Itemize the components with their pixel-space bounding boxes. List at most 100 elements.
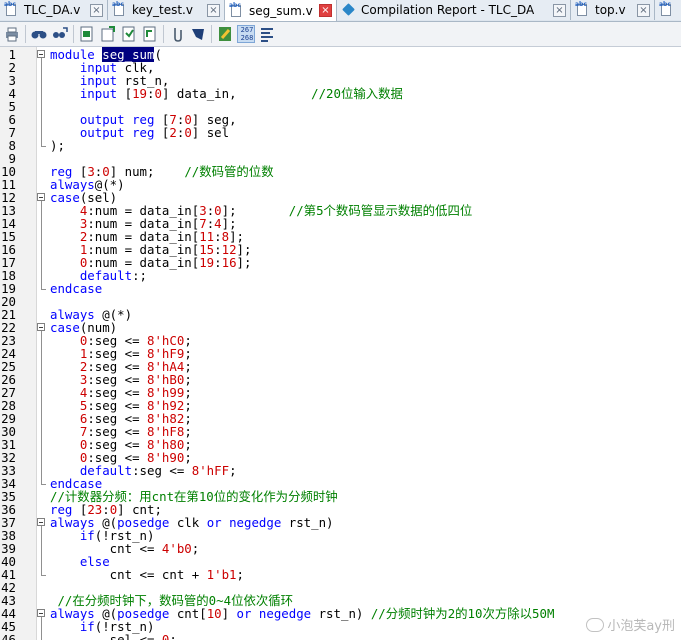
line-number-gutter: 1 2 3 4 5 6 7 8 9 10 11 12 13 14 15 16 17 18 19 20 21 22 23 24 2… [0, 47, 37, 640]
code-line[interactable]: cnt <= cnt + 1'b1; [50, 568, 681, 581]
keyword-token: negedge [258, 606, 312, 621]
tab-overflow[interactable]: abc [655, 0, 681, 20]
code-token: ]; [236, 255, 252, 270]
verilog-file-icon: abc [229, 2, 245, 18]
code-line[interactable]: endcase [50, 282, 681, 295]
code-token: rst_n) [311, 606, 371, 621]
code-line[interactable]: sel <= 0; [50, 633, 681, 640]
find-replace-icon[interactable] [51, 25, 69, 43]
toolbar-separator [73, 25, 74, 43]
tab-label: key_test.v [132, 3, 193, 17]
close-tab-icon[interactable]: × [637, 3, 650, 17]
verilog-file-icon: abc [575, 1, 591, 17]
block-comment-icon[interactable] [78, 25, 96, 43]
code-token: :; [132, 268, 147, 283]
code-token: ] sel [191, 125, 230, 140]
uncomment-icon[interactable] [120, 25, 138, 43]
line-numbers-toggle[interactable]: 267 268 [237, 25, 255, 43]
line-number-sample-top: 267 [240, 26, 254, 34]
weibo-icon [586, 618, 605, 632]
tab-top-v[interactable]: abc top.v × [571, 0, 655, 20]
keyword-token: or [206, 515, 222, 530]
code-line[interactable]: input [19:0] data_in, //20位输入数据 [50, 87, 681, 100]
code-token: cnt <= cnt + [50, 567, 207, 582]
number-token: 0 [184, 125, 192, 140]
code-token: clk [169, 515, 207, 530]
code-line[interactable]: ); [50, 139, 681, 152]
code-token: ( [154, 47, 162, 62]
verilog-file-icon: abc [659, 1, 675, 17]
close-tab-icon[interactable]: × [553, 3, 566, 17]
fold-guide [41, 58, 42, 146]
code-line[interactable]: cnt <= 4'b0; [50, 542, 681, 555]
bookmark-icon[interactable] [189, 25, 207, 43]
fold-toggle-icon[interactable] [37, 518, 45, 526]
tab-label: seg_sum.v [249, 3, 313, 18]
code-token: : [214, 255, 222, 270]
line-number: 46 [1, 632, 16, 640]
code-token: [ [154, 125, 170, 140]
keyword-token: or [236, 606, 252, 621]
print-icon[interactable] [3, 25, 21, 43]
number-token: 19 [199, 255, 215, 270]
bookmark-clip-icon[interactable] [168, 25, 186, 43]
number-token: 19 [132, 86, 147, 101]
tab-label: Compilation Report - TLC_DA [361, 3, 535, 17]
toolbar-separator [211, 25, 212, 43]
toolbar-separator [25, 25, 26, 43]
code-line[interactable]: always @(*) [50, 308, 681, 321]
fold-toggle-icon[interactable] [37, 323, 45, 331]
fold-toggle-icon[interactable] [37, 609, 45, 617]
verilog-file-icon: abc [4, 1, 20, 17]
fold-end-marker [41, 484, 46, 485]
number-token: 8'hFF [191, 463, 230, 478]
code-line[interactable]: output reg [2:0] sel [50, 126, 681, 139]
code-line[interactable] [50, 295, 681, 308]
number-token: 10 [206, 606, 222, 621]
code-editor[interactable]: 1 2 3 4 5 6 7 8 9 10 11 12 13 14 15 16 17 18 19 20 21 22 23 24 2… [0, 47, 681, 640]
indent-icon[interactable] [141, 25, 159, 43]
code-token: sel <= [50, 632, 162, 640]
code-line[interactable]: default:seg <= 8'hFF; [50, 464, 681, 477]
number-token: 2 [169, 125, 177, 140]
fold-toggle-icon[interactable] [37, 193, 45, 201]
code-token: rst_n) [281, 515, 334, 530]
format-text-icon[interactable] [258, 25, 276, 43]
tab-seg-sum-v[interactable]: abc seg_sum.v × [225, 0, 337, 21]
document-tab-bar: abc TLC_DA.v × abc key_test.v × abc seg_sum.v × C… [0, 0, 681, 22]
comment-token: //第5个数码管显示数据的低四位 [288, 203, 473, 218]
code-line[interactable]: always@(*) [50, 178, 681, 191]
find-icon[interactable] [30, 25, 48, 43]
code-line[interactable]: reg [3:0] num; //数码管的位数 [50, 165, 681, 178]
keyword-token: negedge [229, 515, 282, 530]
code-token: ; [229, 463, 237, 478]
code-token: cnt[ [169, 606, 207, 621]
close-tab-icon[interactable]: × [207, 3, 220, 17]
number-token: 0 [154, 86, 162, 101]
fold-end-marker [41, 575, 46, 576]
code-area[interactable]: module seg_sum( input clk, input rst_n, … [50, 47, 681, 640]
insert-template-icon[interactable] [99, 25, 117, 43]
close-tab-icon[interactable]: × [319, 4, 332, 17]
fold-end-marker [41, 289, 46, 290]
editor-toolbar: 267 268 [0, 22, 681, 47]
number-token: 1'b1 [206, 567, 237, 582]
code-token: :seg <= [132, 463, 192, 478]
code-line[interactable]: default:; [50, 269, 681, 282]
close-tab-icon[interactable]: × [90, 3, 103, 17]
fold-toggle-icon[interactable] [37, 50, 45, 58]
number-token: 4'b0 [161, 541, 192, 556]
code-token: ; [236, 567, 244, 582]
fold-guide [41, 617, 42, 640]
keyword-token: input [79, 86, 118, 101]
tab-key-test-v[interactable]: abc key_test.v × [108, 0, 225, 20]
report-icon [341, 3, 357, 17]
edit-document-icon[interactable] [216, 25, 234, 43]
tab-compilation-report-tlc-da[interactable]: Compilation Report - TLC_DA × [337, 0, 571, 20]
tab-tlc-da-v[interactable]: abc TLC_DA.v × [0, 0, 108, 20]
fold-guide [41, 526, 42, 575]
fold-end-marker [41, 146, 46, 147]
